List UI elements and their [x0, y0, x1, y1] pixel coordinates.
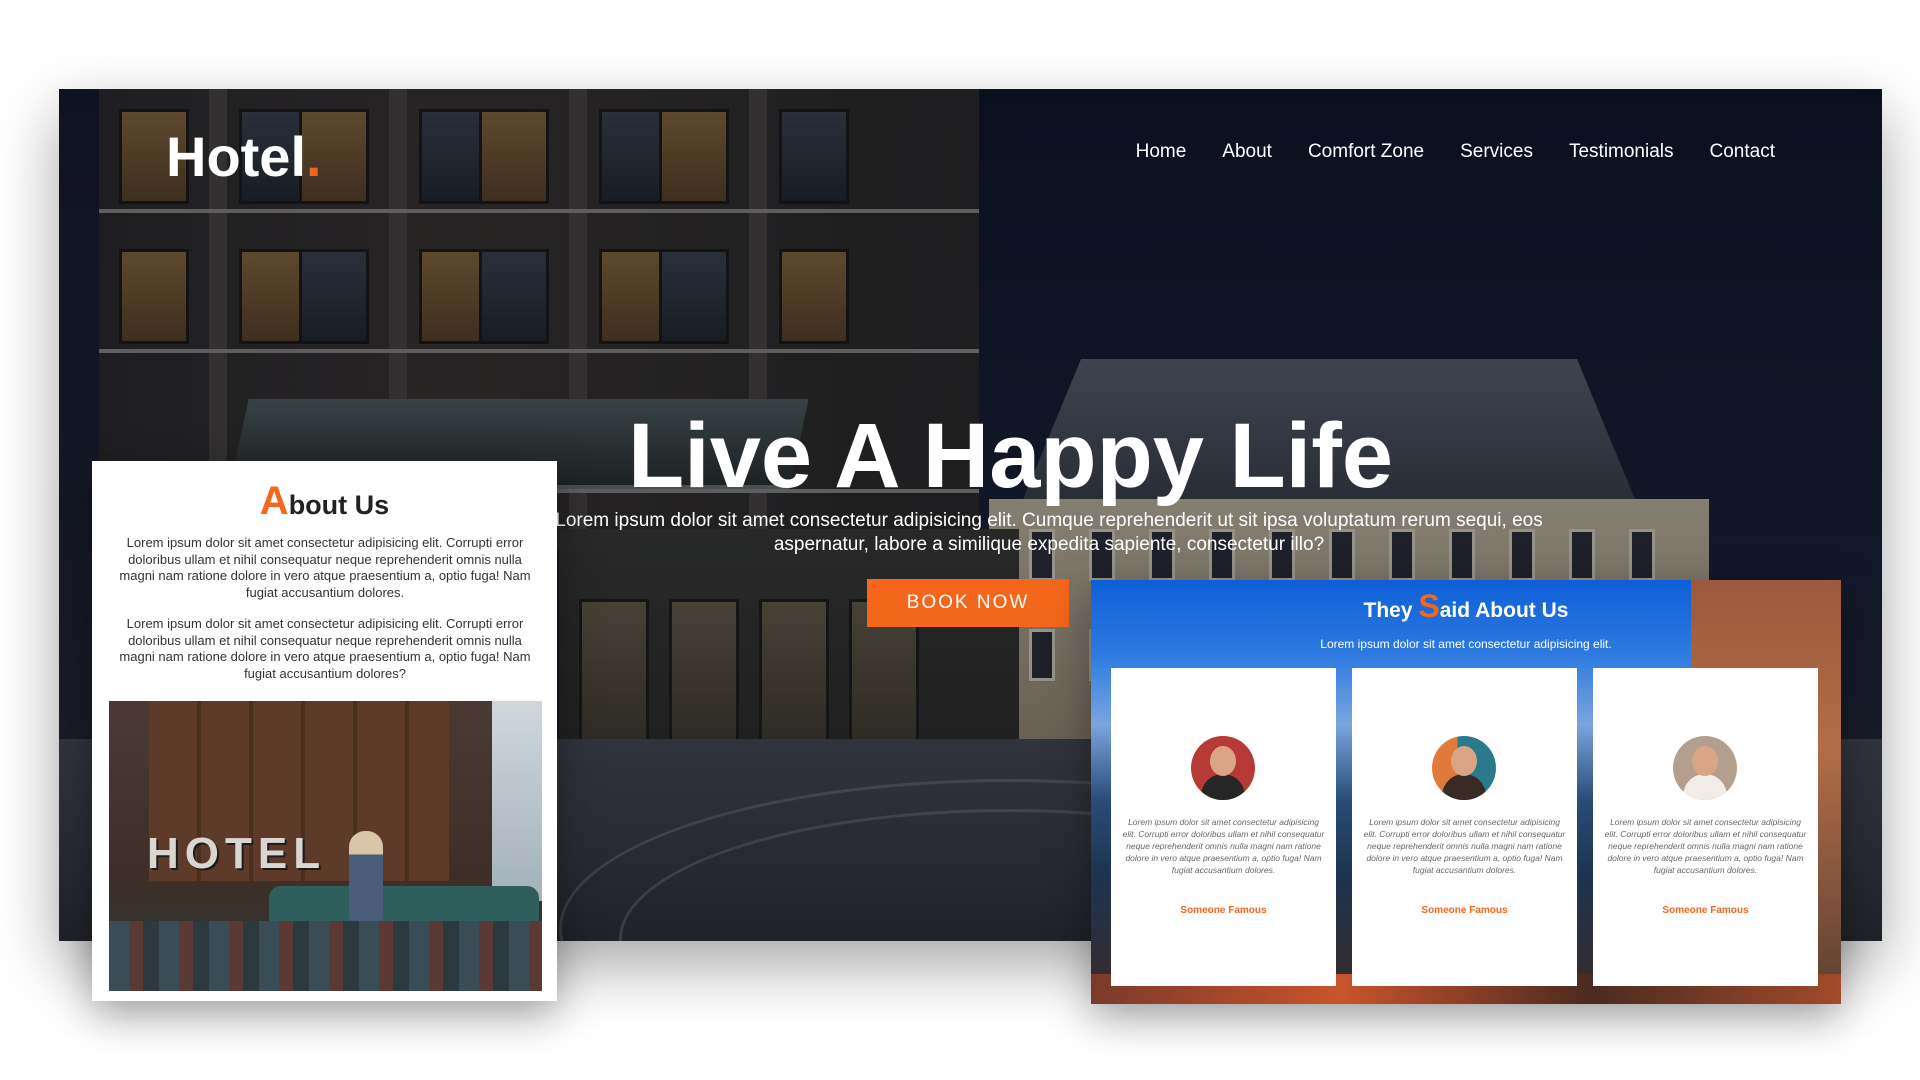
nav-services[interactable]: Services	[1460, 141, 1533, 163]
nav-about[interactable]: About	[1222, 141, 1272, 163]
hotel-sign: HOTEL	[147, 829, 327, 878]
book-now-button[interactable]: BOOK NOW	[867, 579, 1069, 627]
about-title-initial: A	[259, 479, 289, 523]
nav-contact[interactable]: Contact	[1710, 141, 1775, 163]
testimonial-text: Lorem ipsum dolor sit amet consectetur a…	[1122, 817, 1325, 875]
about-title-rest: bout Us	[288, 490, 390, 520]
seated-guest	[349, 831, 383, 921]
testimonial-text: Lorem ipsum dolor sit amet consectetur a…	[1604, 817, 1807, 875]
hero-subtitle: Lorem ipsum dolor sit amet consectetur a…	[555, 510, 1543, 555]
avatar-face	[1451, 746, 1477, 776]
testimonials-title-prefix: They	[1363, 599, 1419, 622]
avatar	[1432, 736, 1496, 800]
testimonial-author: Someone Famous	[1662, 905, 1749, 916]
avatar	[1191, 736, 1255, 800]
avatar-face	[1692, 746, 1718, 776]
avatar-body	[1201, 774, 1245, 800]
testimonial-box: Lorem ipsum dolor sit amet consectetur a…	[1352, 668, 1577, 986]
testimonials-title-initial: S	[1418, 588, 1440, 624]
testimonials-title: They Said About Us	[1091, 588, 1841, 625]
avatar	[1673, 736, 1737, 800]
avatar-body	[1442, 774, 1486, 800]
testimonial-box: Lorem ipsum dolor sit amet consectetur a…	[1593, 668, 1818, 986]
logo-dot: .	[306, 125, 322, 188]
about-paragraph: Lorem ipsum dolor sit amet consectetur a…	[119, 616, 531, 681]
nav-comfort-zone[interactable]: Comfort Zone	[1308, 141, 1424, 163]
about-us-card: About Us Lorem ipsum dolor sit amet cons…	[92, 461, 557, 1001]
nav-testimonials[interactable]: Testimonials	[1569, 141, 1674, 163]
testimonials-subtitle: Lorem ipsum dolor sit amet consectetur a…	[1320, 637, 1612, 651]
testimonial-author: Someone Famous	[1421, 905, 1508, 916]
main-nav: Home About Comfort Zone Services Testimo…	[1136, 141, 1775, 163]
testimonial-text: Lorem ipsum dolor sit amet consectetur a…	[1363, 817, 1566, 875]
lobby-window	[492, 701, 542, 901]
testimonials-card: They Said About Us Lorem ipsum dolor sit…	[1091, 580, 1841, 1004]
hotel-lobby-image: HOTEL	[109, 701, 542, 991]
about-paragraph: Lorem ipsum dolor sit amet consectetur a…	[119, 535, 531, 600]
testimonial-box: Lorem ipsum dolor sit amet consectetur a…	[1111, 668, 1336, 986]
about-title: About Us	[92, 479, 557, 524]
testimonials-title-rest: aid About Us	[1439, 599, 1569, 622]
lobby-rug	[109, 921, 542, 991]
avatar-face	[1210, 746, 1236, 776]
logo-text: Hotel	[166, 125, 306, 188]
testimonial-author: Someone Famous	[1180, 905, 1267, 916]
site-logo[interactable]: Hotel.	[166, 124, 322, 189]
nav-home[interactable]: Home	[1136, 141, 1187, 163]
avatar-body	[1683, 774, 1727, 800]
